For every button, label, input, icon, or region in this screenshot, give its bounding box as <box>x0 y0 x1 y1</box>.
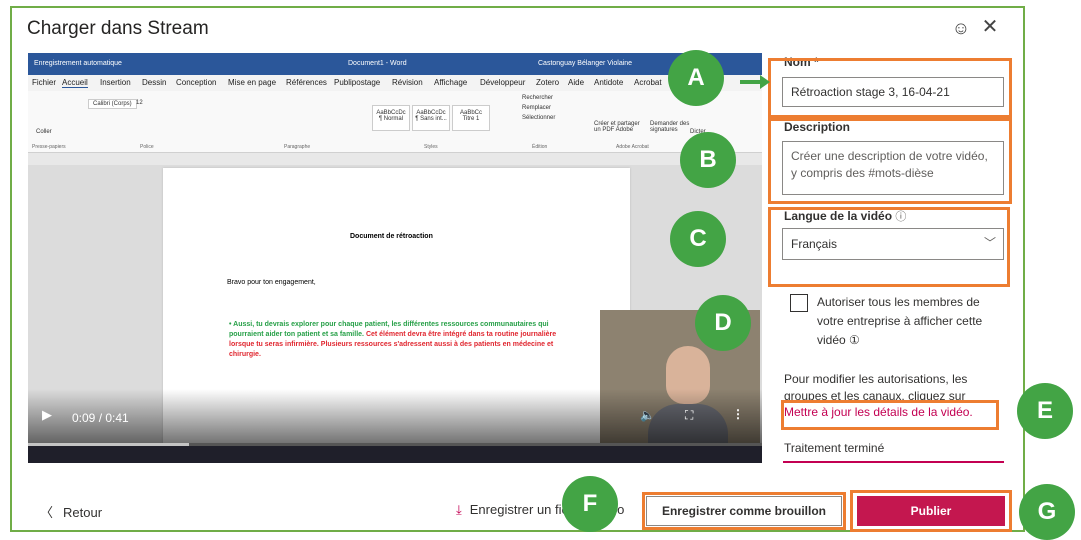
windows-taskbar <box>28 446 762 463</box>
word-menu-item: Conception <box>176 78 217 87</box>
highlight-b <box>768 118 1012 204</box>
doc-paragraph: Bravo pour ton engagement, <box>227 279 316 286</box>
doc-bullet: • Aussi, tu devrais explorer pour chaque… <box>229 320 569 360</box>
word-group-label: Édition <box>532 144 548 150</box>
back-label: Retour <box>63 505 103 520</box>
word-acrobat-sign: Demander des signatures <box>650 121 690 133</box>
status-bar <box>783 461 1004 463</box>
word-titlebar: Enregistrement automatique Document1 - W… <box>28 53 762 75</box>
word-menu-item: Accueil <box>62 78 88 88</box>
badge-f: F <box>562 476 618 532</box>
chevron-left-icon: 〈 <box>40 505 54 520</box>
close-icon[interactable]: ✕ <box>980 17 1000 37</box>
dialog-title: Charger dans Stream <box>27 18 209 39</box>
word-group-label: Paragraphe <box>284 144 311 150</box>
word-style-name: ¶ Sans int... <box>415 116 447 122</box>
word-menu-item: Publipostage <box>334 78 381 87</box>
word-menu-item: Révision <box>392 78 423 87</box>
badge-c: C <box>670 211 726 267</box>
more-icon[interactable]: ⋮ <box>732 407 744 421</box>
word-group-label: Police <box>140 144 154 150</box>
badge-a: A <box>668 50 724 106</box>
play-icon[interactable]: ▶ <box>42 407 58 423</box>
word-style-box: AaBbCcDc ¶ Normal <box>372 105 410 131</box>
word-font-size: 12 <box>136 100 143 106</box>
word-menu-item: Fichier <box>32 78 57 87</box>
word-menu-item: Références <box>286 78 327 87</box>
word-ruler <box>28 153 762 165</box>
word-group-label: Presse-papiers <box>32 144 66 150</box>
back-button[interactable]: 〈 Retour <box>40 502 102 521</box>
fullscreen-icon[interactable]: ⛶ <box>685 408 693 423</box>
word-user: Castonguay Bélanger Violaine <box>538 60 633 67</box>
word-style-box: AaBbCc Titre 1 <box>452 105 490 131</box>
badge-d: D <box>695 295 751 351</box>
word-menubar: Fichier Accueil Insertion Dessin Concept… <box>28 75 762 91</box>
highlight-g <box>850 490 1012 532</box>
word-menu-item: Mise en page <box>228 78 277 87</box>
highlight-a <box>768 58 1012 118</box>
word-group-label: Styles <box>424 144 438 150</box>
word-menu-item: Développeur <box>480 78 526 87</box>
allow-label: Autoriser tous les membres de votre entr… <box>817 295 983 347</box>
word-menu-item: Aide <box>568 78 585 87</box>
badge-e: E <box>1017 383 1073 439</box>
highlight-f <box>642 492 846 530</box>
highlight-e <box>781 400 999 430</box>
highlight-c <box>768 207 1010 287</box>
word-autosave: Enregistrement automatique <box>34 60 122 67</box>
smiley-icon[interactable]: ☺ <box>951 18 971 38</box>
badge-b: B <box>680 132 736 188</box>
allow-checkbox[interactable] <box>790 294 808 312</box>
word-paste: Coller <box>36 129 52 135</box>
word-menu-item: Dessin <box>142 78 167 87</box>
word-font-name: Calibri (Corps) <box>88 99 137 109</box>
doc-title: Document de rétroaction <box>350 233 433 240</box>
badge-g: G <box>1019 484 1075 540</box>
word-style-name: Titre 1 <box>462 116 480 122</box>
video-player[interactable]: Enregistrement automatique Document1 - W… <box>28 53 762 463</box>
word-style-box: AaBbCcDc ¶ Sans int... <box>412 105 450 131</box>
word-replace: Remplacer <box>522 105 552 111</box>
word-menu-item: Zotero <box>536 78 560 87</box>
word-ribbon: Coller Calibri (Corps) 12 AaBbCcDc ¶ Nor… <box>28 91 762 153</box>
word-group-label: Adobe Acrobat <box>616 144 649 150</box>
word-doc-name: Document1 - Word <box>348 60 407 67</box>
processing-status: Traitement terminé <box>784 441 885 455</box>
word-find: Rechercher <box>522 95 554 101</box>
word-style-name: ¶ Normal <box>378 116 404 122</box>
word-menu-item: Antidote <box>594 78 624 87</box>
volume-icon[interactable]: 🔈 <box>640 408 655 422</box>
word-select: Sélectionner <box>522 115 556 121</box>
word-menu-item: Affichage <box>434 78 468 87</box>
player-time: 0:09 / 0:41 <box>72 411 129 425</box>
word-acrobat-pdf: Créer et partager un PDF Adobe <box>594 121 640 133</box>
arrow-a-head <box>760 75 770 89</box>
word-menu-item: Insertion <box>100 78 131 87</box>
word-menu-item: Acrobat <box>634 78 662 87</box>
download-icon: ⤓ <box>456 502 462 517</box>
